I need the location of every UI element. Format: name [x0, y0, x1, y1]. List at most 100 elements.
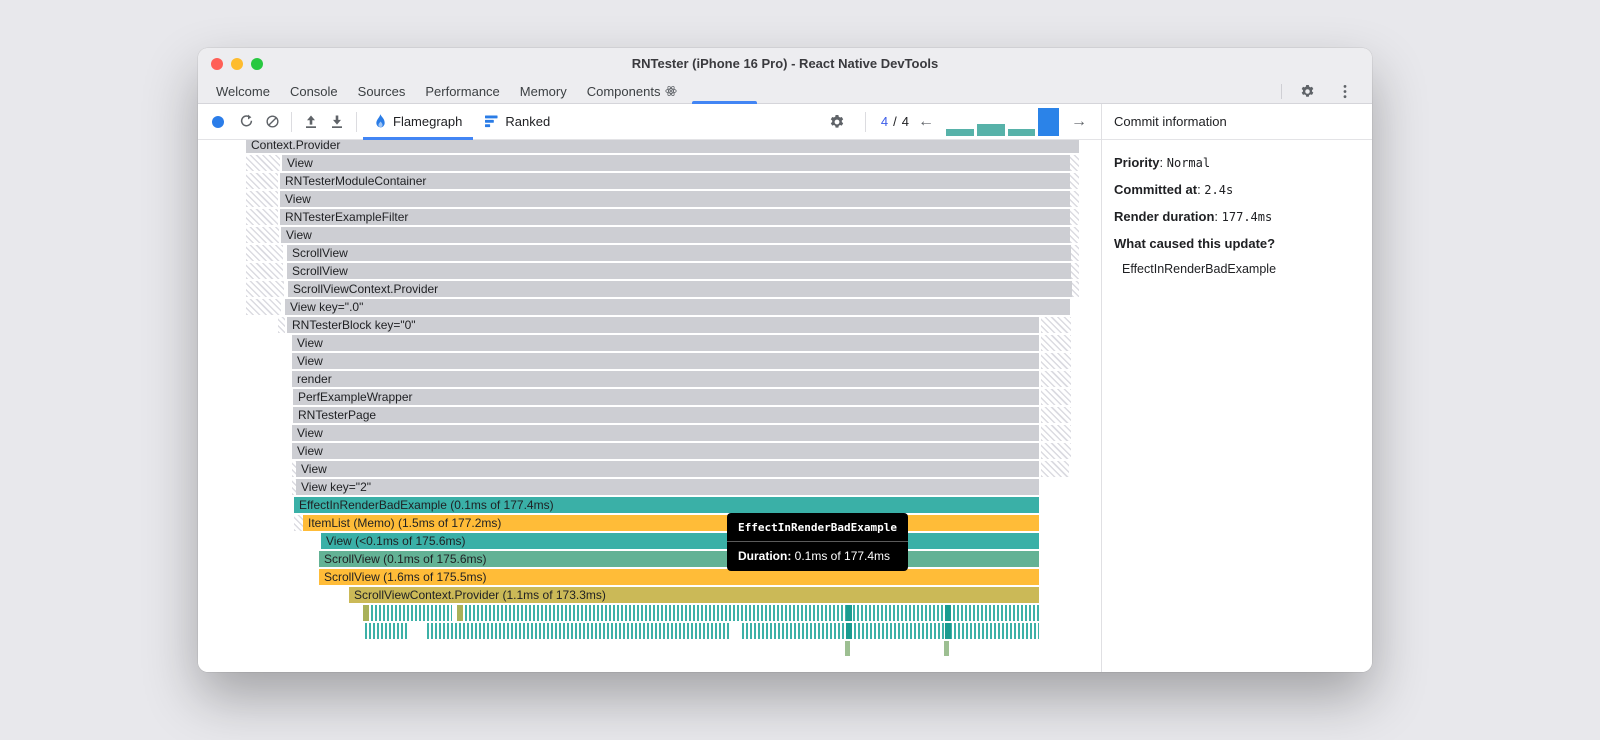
profiler-settings-gear-icon[interactable] — [824, 109, 850, 135]
flame-hatch-right — [1041, 317, 1071, 333]
flame-micro-bar-olive[interactable] — [363, 605, 369, 621]
divider — [1281, 83, 1282, 99]
devtools-tab-bar: Welcome Console Sources Performance Memo… — [198, 79, 1372, 104]
commit-information-header: Commit information — [1102, 104, 1372, 140]
ranked-view-tab[interactable]: Ranked — [473, 104, 561, 139]
flame-micro-bars[interactable] — [457, 605, 1039, 621]
flame-bar[interactable]: View — [280, 191, 1070, 207]
flame-hatch-right — [1070, 227, 1079, 243]
render-duration-line: Render duration: 177.4ms — [1114, 209, 1273, 224]
flamegraph-view-tab[interactable]: Flamegraph — [363, 104, 474, 140]
flame-bar[interactable]: PerfExampleWrapper — [293, 389, 1039, 405]
clear-profiling-data-icon[interactable] — [259, 109, 285, 135]
flame-hatch-left — [246, 281, 284, 297]
flame-bar[interactable]: ScrollViewContext.Provider — [288, 281, 1072, 297]
flame-bar[interactable]: ScrollView (0.1ms of 175.6ms) — [319, 551, 1039, 567]
flame-micro-bars[interactable] — [427, 623, 731, 639]
update-cause-label: What caused this update? — [1114, 236, 1276, 251]
tab-bar-right-controls — [1281, 79, 1372, 103]
committed-at-value: 2.4s — [1204, 183, 1234, 197]
flame-micro-bars[interactable] — [365, 623, 407, 639]
flame-hatch-right — [1071, 245, 1079, 261]
flame-micro-bar-dark[interactable] — [945, 623, 951, 639]
traffic-lights — [211, 58, 263, 70]
flame-bar[interactable]: render — [292, 371, 1039, 387]
commit-count: 4 / 4 — [881, 114, 909, 129]
flame-bar[interactable]: ScrollView — [287, 263, 1071, 279]
flame-bar[interactable]: RNTesterModuleContainer — [280, 173, 1070, 189]
tab-sources[interactable]: Sources — [348, 79, 416, 103]
flame-bar[interactable]: Context.Provider — [246, 140, 1079, 153]
flame-micro-bar-dark[interactable] — [945, 605, 951, 621]
kebab-menu-icon[interactable] — [1332, 78, 1358, 104]
flame-hatch-right — [1041, 371, 1071, 387]
flame-bar[interactable]: View — [292, 443, 1039, 459]
flame-bar[interactable]: View — [292, 425, 1039, 441]
title-bar: RNTester (iPhone 16 Pro) - React Native … — [198, 48, 1372, 79]
flame-bar[interactable]: EffectInRenderBadExample (0.1ms of 177.4… — [294, 497, 1039, 513]
settings-gear-icon[interactable] — [1294, 78, 1320, 104]
flame-bar[interactable]: RNTesterBlock key="0" — [287, 317, 1039, 333]
flame-hatch-right — [1041, 425, 1071, 441]
flame-bar[interactable]: ScrollView — [287, 245, 1071, 261]
flame-bar[interactable]: RNTesterExampleFilter — [280, 209, 1070, 225]
flame-hatch-right — [1041, 407, 1071, 423]
flame-micro-bar-dark[interactable] — [846, 623, 852, 639]
flame-micro-bar-olive[interactable] — [457, 605, 463, 621]
flame-bar[interactable]: View — [281, 227, 1070, 243]
flame-bar[interactable]: ScrollViewContext.Provider (1.1ms of 173… — [349, 587, 1039, 603]
minimize-window-button[interactable] — [231, 58, 243, 70]
tab-memory[interactable]: Memory — [510, 79, 577, 103]
flame-bar[interactable]: ItemList (Memo) (1.5ms of 177.2ms) — [303, 515, 1039, 531]
close-window-button[interactable] — [211, 58, 223, 70]
flame-leaf-bar[interactable] — [845, 641, 850, 656]
flame-icon — [374, 114, 387, 129]
window-title: RNTester (iPhone 16 Pro) - React Native … — [631, 56, 939, 71]
next-commit-arrow-icon[interactable]: → — [1071, 113, 1087, 130]
commit-information-panel: Commit information Priority: Normal Comm… — [1102, 104, 1372, 672]
render-duration-value: 177.4ms — [1221, 210, 1273, 224]
flame-micro-bars[interactable] — [742, 623, 1039, 639]
flame-hatch-right — [1041, 353, 1071, 369]
flame-bar[interactable]: View key=".0" — [285, 299, 1070, 315]
flame-bar[interactable]: ScrollView (1.6ms of 175.5ms) — [319, 569, 1039, 585]
flame-hatch-right — [1041, 389, 1071, 405]
flame-bar[interactable]: View — [292, 353, 1039, 369]
flame-micro-bars[interactable] — [363, 605, 452, 621]
flame-hatch-left — [246, 227, 279, 243]
record-button[interactable] — [212, 115, 224, 128]
commit-bar[interactable] — [977, 123, 1005, 136]
flame-bar[interactable]: View (<0.1ms of 175.6ms) — [321, 533, 1039, 549]
tab-profiler-selected[interactable] — [687, 79, 762, 104]
commit-bar[interactable] — [1008, 128, 1035, 136]
flame-hatch-left — [246, 155, 280, 171]
flame-hatch-right — [1070, 155, 1079, 171]
reload-and-profile-icon[interactable] — [233, 109, 259, 135]
tooltip-component-name: EffectInRenderBadExample — [727, 513, 908, 542]
load-profile-icon[interactable] — [298, 109, 324, 135]
flame-bar[interactable]: View key="2" — [296, 479, 1039, 495]
flame-hatch-left — [246, 191, 278, 207]
save-profile-icon[interactable] — [324, 109, 350, 135]
commit-selector-bars[interactable] — [946, 107, 1059, 136]
flame-bar[interactable]: View — [292, 335, 1039, 351]
committed-at-line: Committed at: 2.4s — [1114, 182, 1234, 197]
flame-hatch-right — [1070, 209, 1079, 225]
tab-console[interactable]: Console — [280, 79, 348, 103]
flame-micro-bar-dark[interactable] — [846, 605, 852, 621]
previous-commit-arrow-icon[interactable]: ← — [918, 113, 934, 130]
flame-bar[interactable]: View — [296, 461, 1039, 477]
tab-components[interactable]: Components — [577, 79, 688, 103]
zoom-window-button[interactable] — [251, 58, 263, 70]
divider — [356, 111, 357, 132]
tab-welcome[interactable]: Welcome — [206, 79, 280, 103]
flame-leaf-bar[interactable] — [944, 641, 949, 656]
devtools-window: RNTester (iPhone 16 Pro) - React Native … — [198, 48, 1372, 672]
commit-bar-selected[interactable] — [1038, 107, 1059, 136]
update-cause-component[interactable]: EffectInRenderBadExample — [1114, 261, 1360, 278]
tab-performance[interactable]: Performance — [415, 79, 509, 103]
commit-total: 4 — [901, 114, 909, 129]
commit-bar[interactable] — [946, 128, 974, 136]
flame-bar[interactable]: RNTesterPage — [293, 407, 1039, 423]
flame-bar[interactable]: View — [282, 155, 1070, 171]
